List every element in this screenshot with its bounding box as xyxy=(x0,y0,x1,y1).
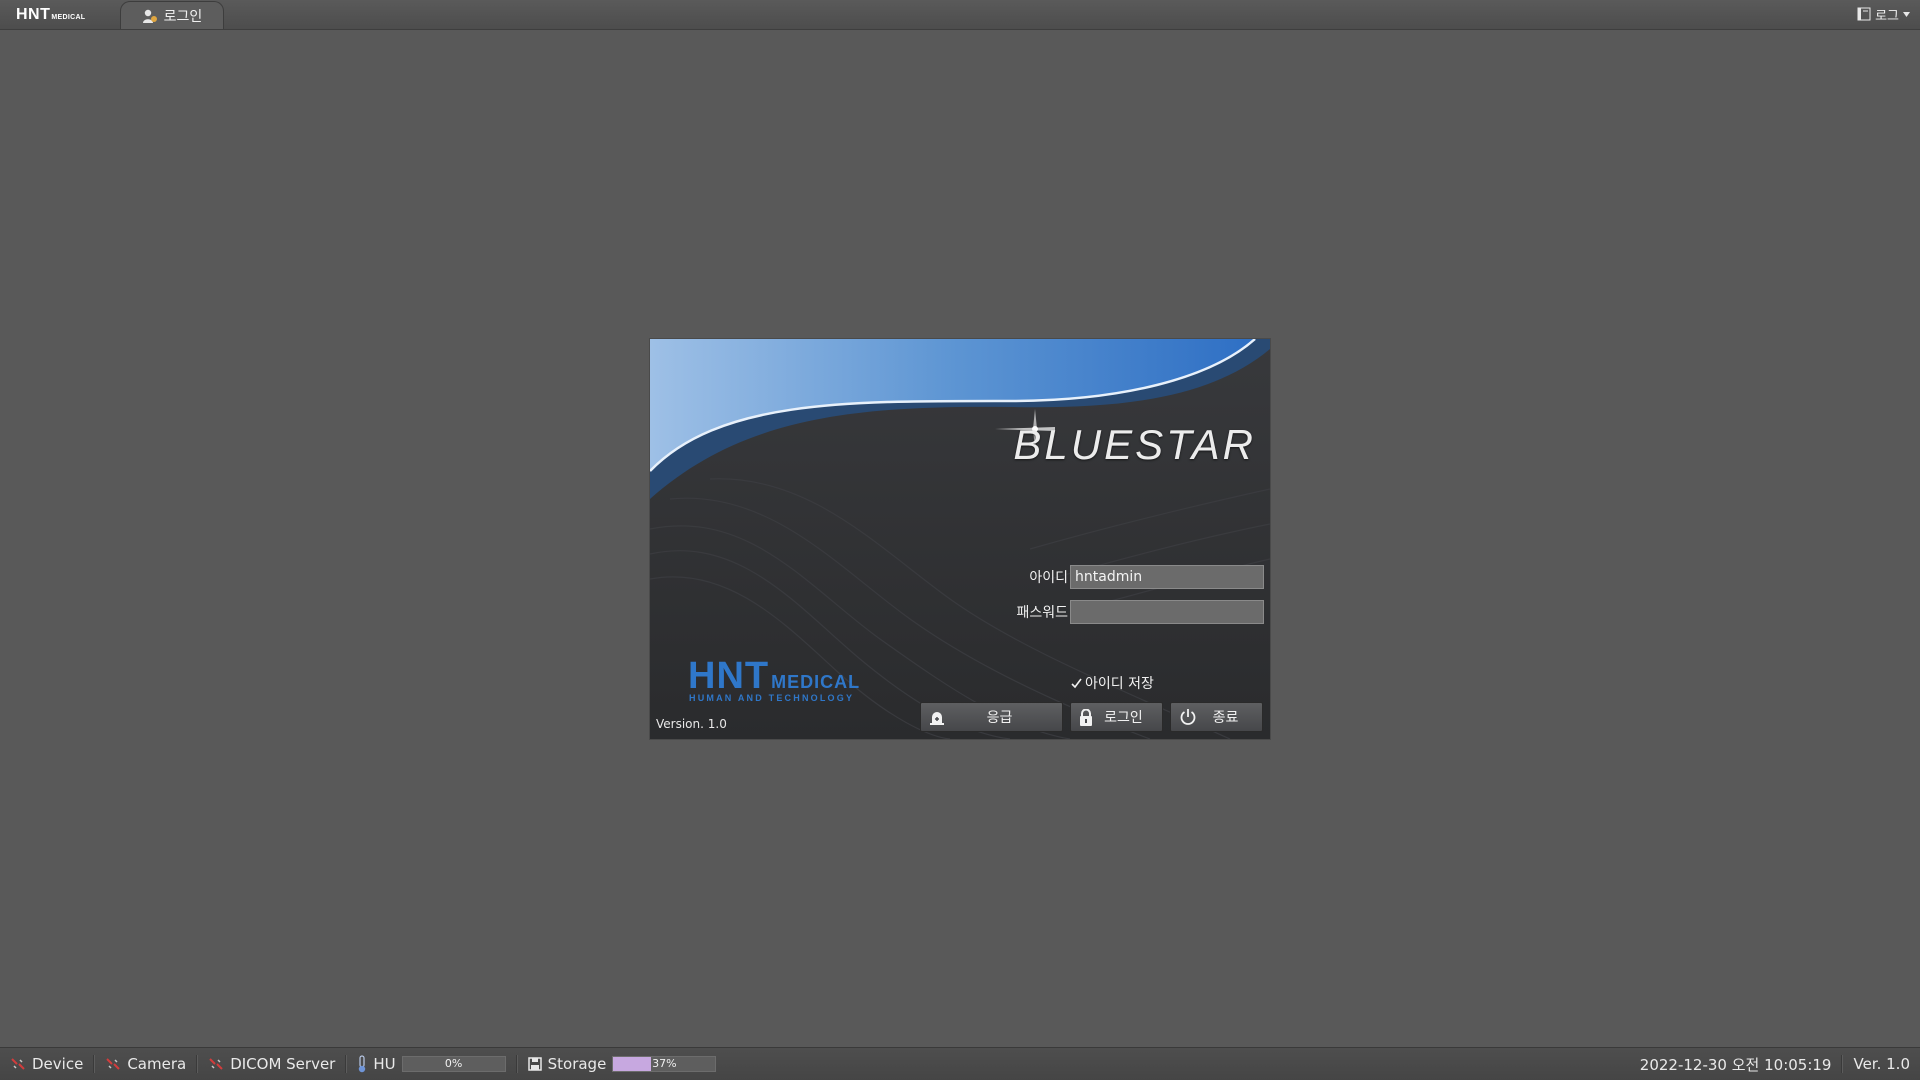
save-id-checkbox[interactable]: 아이디 저장 xyxy=(1071,673,1154,693)
status-device: Device xyxy=(0,1048,93,1080)
disconnected-icon xyxy=(11,1058,25,1070)
tab-login-label: 로그인 xyxy=(163,8,203,25)
brand-title: BLUESTAR xyxy=(1013,421,1256,468)
thermometer-icon xyxy=(359,1055,366,1073)
top-bar: HNTMEDICAL 로그인 로그 xyxy=(0,0,1920,30)
log-icon xyxy=(1857,7,1871,21)
status-bar: Device Camera DICOM Server HU 0% Storage… xyxy=(0,1047,1920,1080)
version-label: Version. 1.0 xyxy=(656,717,727,731)
password-label: 패스워드 xyxy=(1016,605,1068,621)
exit-button[interactable]: 종료 xyxy=(1170,702,1263,732)
floppy-disk-icon xyxy=(527,1057,542,1071)
emergency-button-label: 응급 xyxy=(986,710,1013,726)
power-icon xyxy=(1180,709,1196,725)
checkmark-icon xyxy=(1071,678,1082,689)
disconnected-icon xyxy=(106,1058,121,1070)
status-hu: HU 0% xyxy=(347,1048,515,1080)
login-button[interactable]: 로그인 xyxy=(1070,702,1163,732)
log-menu[interactable]: 로그 xyxy=(1857,4,1910,24)
hnt-medical-logo: HNT MEDICAL HUMAN AND TECHNOLOGY xyxy=(688,655,861,703)
storage-progress: 37% xyxy=(612,1056,717,1072)
chevron-down-icon xyxy=(1903,11,1910,17)
disconnected-icon xyxy=(209,1058,223,1070)
status-datetime: 2022-12-30 오전 10:05:19 xyxy=(1639,1055,1832,1074)
status-camera: Camera xyxy=(95,1048,196,1080)
status-storage: Storage 37% xyxy=(518,1048,727,1080)
lock-icon xyxy=(1080,708,1092,726)
login-button-label: 로그인 xyxy=(1104,710,1143,726)
emergency-light-icon xyxy=(930,712,944,725)
id-label: 아이디 xyxy=(1029,570,1068,586)
log-menu-label: 로그 xyxy=(1875,8,1899,24)
emergency-button[interactable]: 응급 xyxy=(920,702,1063,732)
status-dicom: DICOM Server xyxy=(198,1048,345,1080)
login-panel: BLUESTAR 아이디 패스워드 아이디 저장 HNTMEDICAL HUMA… xyxy=(650,339,1270,739)
tab-login[interactable]: 로그인 xyxy=(120,1,224,29)
status-version: Ver. 1.0 xyxy=(1853,1055,1910,1073)
app-logo: HNTMEDICAL xyxy=(16,6,86,23)
password-input[interactable] xyxy=(1070,600,1264,624)
save-id-label: 아이디 저장 xyxy=(1085,676,1154,692)
id-input[interactable] xyxy=(1070,565,1264,589)
logo-tagline: HUMAN AND TECHNOLOGY xyxy=(689,693,855,703)
hu-progress: 0% xyxy=(401,1056,506,1072)
user-icon xyxy=(142,9,157,23)
exit-button-label: 종료 xyxy=(1212,710,1239,726)
